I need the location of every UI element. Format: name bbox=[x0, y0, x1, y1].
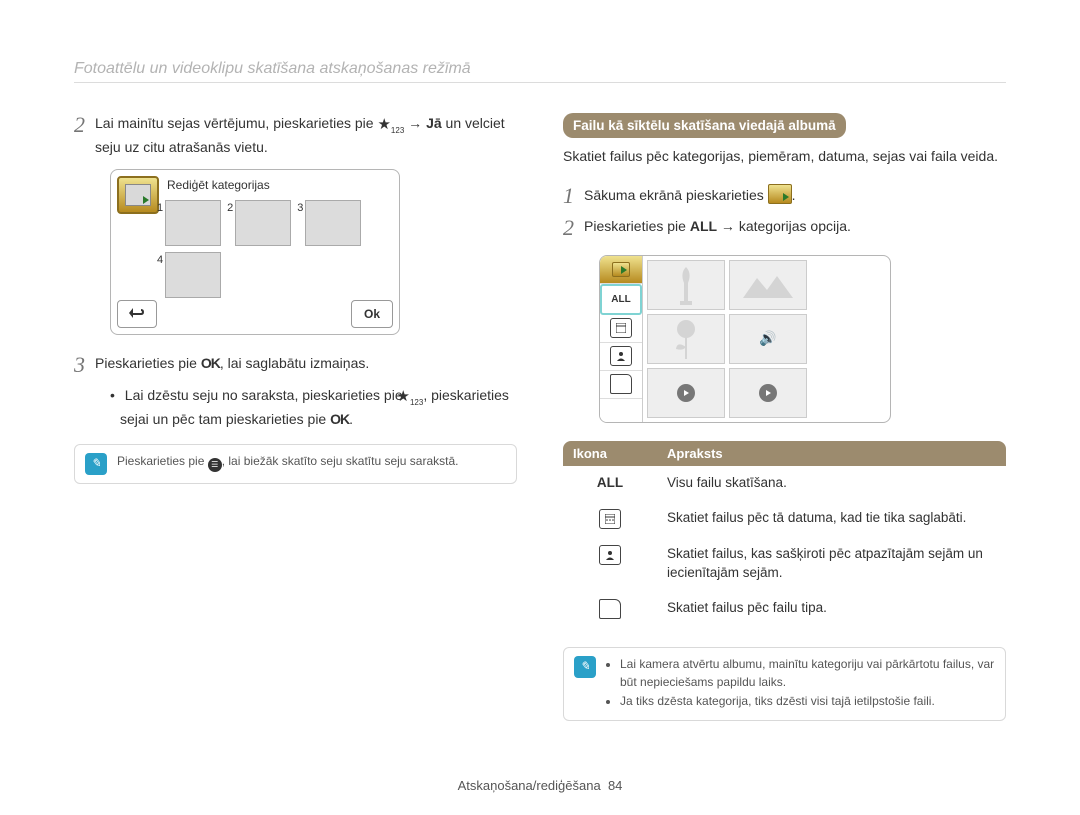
album-tab-face[interactable] bbox=[600, 343, 642, 371]
page-section-title: Fotoattēlu un videoklipu skatīšana atska… bbox=[74, 60, 1006, 83]
table-row: ALL Visu failu skatīšana. bbox=[563, 466, 1006, 501]
left-column: 2 Lai mainītu sejas vērtējumu, pieskarie… bbox=[74, 113, 517, 721]
ok-icon: OK bbox=[330, 411, 349, 427]
ok-button[interactable]: Ok bbox=[351, 300, 393, 328]
step-number-1: 1 bbox=[563, 184, 574, 208]
play-icon bbox=[677, 384, 695, 402]
step-number-2: 2 bbox=[74, 113, 85, 157]
delete-face-bullet: Lai dzēstu seju no saraksta, pieskarieti… bbox=[110, 385, 517, 430]
step-number-2b: 2 bbox=[563, 216, 574, 240]
sound-icon: 🔊 bbox=[759, 330, 776, 346]
star-icon: ★123 bbox=[407, 386, 424, 409]
gallery-icon bbox=[117, 176, 159, 214]
note-item: Lai kamera atvērtu albumu, mainītu kateg… bbox=[620, 656, 995, 691]
page-footer: Atskaņošana/rediģēšana 84 bbox=[0, 778, 1080, 793]
right-step-1: Sākuma ekrānā pieskarieties . bbox=[584, 184, 796, 208]
face-thumb bbox=[305, 200, 361, 246]
folder-icon bbox=[610, 374, 632, 394]
table-header-icon: Ikona bbox=[563, 441, 657, 466]
person-icon bbox=[599, 545, 621, 565]
screenshot-title: Rediģēt kategorijas bbox=[167, 178, 270, 192]
play-icon bbox=[759, 384, 777, 402]
right-column: Failu kā sīktēlu skatīšana viedajā album… bbox=[563, 113, 1006, 721]
all-icon: ALL bbox=[597, 475, 623, 490]
note-box: ✎ Pieskarieties pie ☰, lai biežāk skatīt… bbox=[74, 444, 517, 484]
note-info-icon: ✎ bbox=[85, 453, 107, 475]
back-button[interactable] bbox=[117, 300, 157, 328]
smart-album-heading: Failu kā sīktēlu skatīšana viedajā album… bbox=[563, 113, 846, 138]
album-screenshot: ALL 🔊 bbox=[599, 255, 891, 423]
folder-icon bbox=[599, 599, 621, 619]
note-info-icon: ✎ bbox=[574, 656, 596, 678]
note-item: Ja tiks dzēsta kategorija, tiks dzēsti v… bbox=[620, 693, 995, 710]
table-header-desc: Apraksts bbox=[657, 441, 1006, 466]
edit-categories-screenshot: Rediģēt kategorijas 1 2 3 4 Ok bbox=[110, 169, 400, 335]
face-thumb bbox=[235, 200, 291, 246]
icon-description-table: Ikona Apraksts ALL Visu failu skatīšana.… bbox=[563, 441, 1006, 633]
note-box: ✎ Lai kamera atvērtu albumu, mainītu kat… bbox=[563, 647, 1006, 721]
back-arrow-icon bbox=[129, 308, 145, 320]
step-2-text: Lai mainītu sejas vērtējumu, pieskarieti… bbox=[95, 113, 517, 157]
flower-silhouette-icon bbox=[673, 319, 699, 359]
smart-album-intro: Skatiet failus pēc kategorijas, piemēram… bbox=[563, 146, 1006, 166]
album-tab-date[interactable] bbox=[600, 315, 642, 343]
right-step-2: Pieskarieties pie ALL → kategorijas opci… bbox=[584, 216, 851, 240]
person-icon bbox=[610, 346, 632, 366]
mountain-silhouette-icon bbox=[743, 272, 793, 298]
table-row: Skatiet failus pēc tā datuma, kad tie ti… bbox=[563, 501, 1006, 538]
step-number-3: 3 bbox=[74, 353, 85, 377]
table-row: Skatiet failus, kas sašķiroti pēc atpazī… bbox=[563, 537, 1006, 591]
album-tab-gold bbox=[600, 256, 642, 284]
calendar-icon bbox=[610, 318, 632, 338]
face-thumb bbox=[165, 252, 221, 298]
album-icon bbox=[768, 184, 792, 204]
album-tab-type[interactable] bbox=[600, 371, 642, 399]
album-tab-all[interactable]: ALL bbox=[600, 284, 642, 315]
ok-icon: OK bbox=[201, 355, 220, 371]
star-icon: ★123 bbox=[377, 114, 404, 137]
step-3-text: Pieskarieties pie OK, lai saglabātu izma… bbox=[95, 353, 369, 377]
calendar-icon bbox=[599, 509, 621, 529]
table-row: Skatiet failus pēc failu tipa. bbox=[563, 591, 1006, 633]
lamp-silhouette-icon bbox=[674, 265, 698, 305]
face-thumb bbox=[165, 200, 221, 246]
face-list-icon: ☰ bbox=[208, 458, 222, 472]
